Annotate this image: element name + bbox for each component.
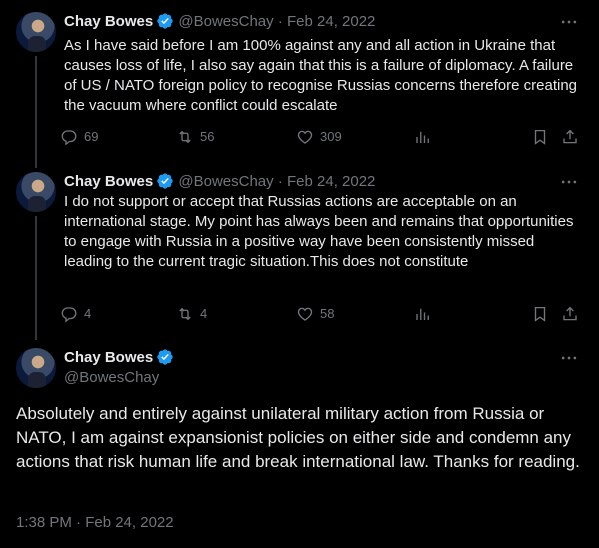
like-button[interactable]: 309: [296, 127, 342, 147]
author-handle[interactable]: @BowesChay: [178, 13, 273, 30]
tweet[interactable]: Chay Bowes @BowesChay · Feb 24, 2022 As …: [0, 0, 599, 168]
tweet-text: Absolutely and entirely against unilater…: [16, 404, 580, 471]
author-name-row: Chay Bowes: [64, 348, 174, 368]
tweet-date[interactable]: Feb 24, 2022: [287, 173, 375, 190]
repost-icon: [176, 305, 194, 323]
like-count: 309: [320, 129, 342, 144]
views-icon: [414, 305, 432, 323]
repost-count: 56: [200, 129, 215, 144]
tweet-actions: 69 56 309: [60, 127, 588, 147]
repost-button[interactable]: 56: [176, 127, 214, 147]
share-icon: [561, 128, 579, 146]
author-handle[interactable]: @BowesChay: [178, 173, 273, 190]
like-count: 58: [320, 306, 335, 321]
tweet-text: I do not support or accept that Russias …: [64, 193, 574, 270]
author-name[interactable]: Chay Bowes: [64, 13, 153, 30]
bookmark-button[interactable]: [531, 304, 549, 324]
bookmark-button[interactable]: [531, 127, 549, 147]
verified-badge-icon: [156, 12, 174, 30]
reply-icon: [60, 128, 78, 146]
more-icon[interactable]: [559, 172, 579, 192]
share-button[interactable]: [561, 127, 579, 147]
views-button[interactable]: [414, 304, 432, 324]
repost-icon: [176, 128, 194, 146]
views-button[interactable]: [414, 127, 432, 147]
tweet-date[interactable]: Feb 24, 2022: [287, 13, 375, 30]
avatar[interactable]: [16, 12, 56, 52]
like-icon: [296, 128, 314, 146]
avatar[interactable]: [16, 172, 56, 212]
repost-count: 4: [200, 306, 208, 321]
separator: ·: [277, 13, 283, 30]
thread-connector: [35, 56, 37, 168]
bookmark-icon: [531, 305, 549, 323]
repost-button[interactable]: 4: [176, 304, 207, 324]
author-handle[interactable]: @BowesChay: [64, 368, 159, 388]
thread-connector: [35, 216, 37, 340]
reply-count: 69: [84, 129, 99, 144]
reply-icon: [60, 305, 78, 323]
like-icon: [296, 305, 314, 323]
reply-count: 4: [84, 306, 92, 321]
author-name[interactable]: Chay Bowes: [64, 349, 153, 366]
views-icon: [414, 128, 432, 146]
tweet-text: As I have said before I am 100% against …: [64, 37, 578, 114]
tweet-header: Chay Bowes @BowesChay · Feb 24, 2022: [64, 12, 375, 32]
main-tweet: Chay Bowes @BowesChay Absolutely and ent…: [0, 340, 599, 548]
verified-badge-icon: [156, 348, 174, 366]
share-icon: [561, 305, 579, 323]
reply-button[interactable]: 4: [60, 304, 91, 324]
more-icon[interactable]: [559, 12, 579, 32]
verified-badge-icon: [156, 172, 174, 190]
share-button[interactable]: [561, 304, 579, 324]
like-button[interactable]: 58: [296, 304, 334, 324]
bookmark-icon: [531, 128, 549, 146]
tweet-timestamp[interactable]: 1:38 PM · Feb 24, 2022: [16, 513, 174, 533]
tweet-actions: 4 4 58: [60, 304, 588, 324]
tweet[interactable]: Chay Bowes @BowesChay · Feb 24, 2022 I d…: [0, 168, 599, 340]
reply-button[interactable]: 69: [60, 127, 98, 147]
avatar[interactable]: [16, 348, 56, 388]
more-icon[interactable]: [559, 348, 579, 368]
author-name[interactable]: Chay Bowes: [64, 173, 153, 190]
tweet-header: Chay Bowes @BowesChay · Feb 24, 2022: [64, 172, 375, 192]
separator: ·: [277, 173, 283, 190]
